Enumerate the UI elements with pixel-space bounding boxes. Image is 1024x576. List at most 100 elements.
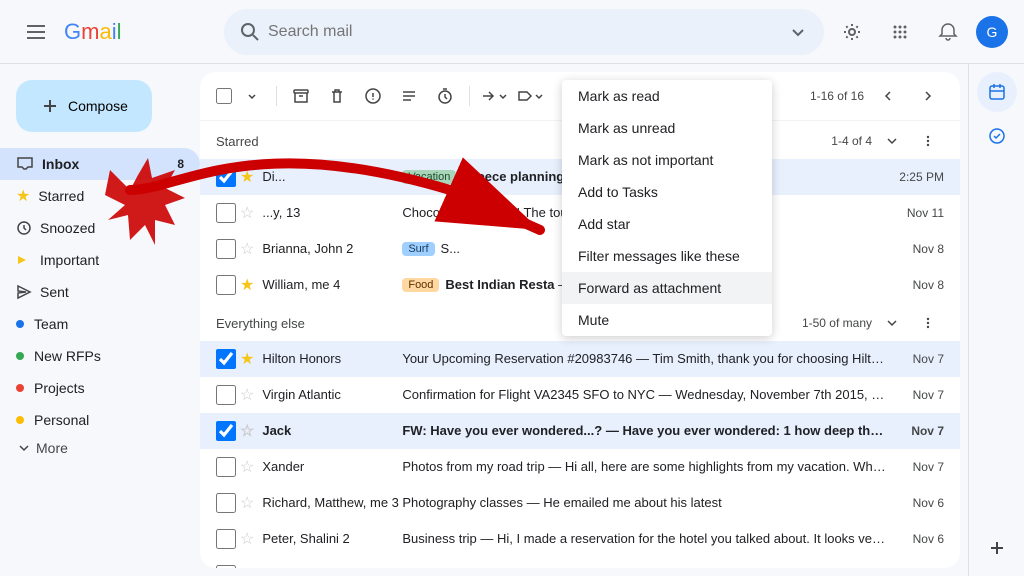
table-row[interactable]: ☆ Xander Photos from my road trip — Hi a… — [200, 449, 960, 485]
everything-else-label: Everything else — [216, 316, 305, 331]
email-checkbox[interactable] — [216, 349, 236, 369]
email-subject: Photography classes — He emailed me abou… — [402, 495, 888, 510]
search-input[interactable] — [268, 23, 780, 41]
email-checkbox[interactable] — [216, 203, 236, 223]
more-button[interactable]: More — [0, 436, 200, 460]
sidebar-label-inbox: Inbox — [42, 156, 169, 172]
table-row[interactable]: ☆ Virgin Atlantic Confirmation for Fligh… — [200, 377, 960, 413]
email-checkbox[interactable] — [216, 421, 236, 441]
next-page-button[interactable] — [912, 80, 944, 112]
email-subject: Book you recommended — About to go on a … — [445, 567, 888, 568]
calendar-icon-button[interactable] — [977, 72, 1017, 112]
inbox-icon — [16, 155, 34, 173]
email-checkbox[interactable] — [216, 275, 236, 295]
starred-pagination: 1-4 of 4 — [831, 134, 872, 148]
table-row[interactable]: ★ Hilton Honors Your Upcoming Reservatio… — [200, 341, 960, 377]
settings-button[interactable] — [832, 12, 872, 52]
email-checkbox[interactable] — [216, 493, 236, 513]
sidebar-label-sent: Sent — [40, 284, 184, 300]
email-checkbox[interactable] — [216, 239, 236, 259]
sidebar-item-projects[interactable]: Projects — [0, 372, 200, 404]
star-icon[interactable]: ☆ — [240, 493, 254, 513]
sidebar-item-snoozed[interactable]: Snoozed — [0, 212, 200, 244]
email-date: Nov 11 — [896, 206, 944, 220]
email-tag-surf: Surf — [402, 242, 434, 256]
dropdown-add-star[interactable]: Add star — [562, 208, 772, 240]
email-sender: Richard, Matthew, me 3 — [262, 495, 402, 510]
tasks-icon-button[interactable] — [977, 116, 1017, 156]
table-row[interactable]: ☆ Peter, Shalini 2 Business trip — Hi, I… — [200, 521, 960, 557]
menu-button[interactable] — [16, 12, 56, 52]
email-tag-book: Book — [402, 568, 439, 569]
apps-button[interactable] — [880, 12, 920, 52]
sidebar-item-newrfps[interactable]: New RFPs — [0, 340, 200, 372]
toolbar-separator-2 — [469, 86, 470, 106]
star-icon[interactable]: ★ — [240, 167, 254, 187]
email-sender: Peter, Shalini 2 — [262, 531, 402, 546]
sidebar-label-newrfps: New RFPs — [34, 348, 184, 364]
delete-button[interactable] — [321, 80, 353, 112]
archive-button[interactable] — [285, 80, 317, 112]
everything-more-button[interactable] — [912, 307, 944, 339]
table-row[interactable]: ★ Roy, Alex, John Jose 5 Book Book you r… — [200, 557, 960, 568]
starred-more-button[interactable] — [912, 125, 944, 157]
starred-expand-button[interactable] — [876, 125, 908, 157]
sidebar-item-important[interactable]: Important — [0, 244, 200, 276]
sidebar-item-inbox[interactable]: Inbox 8 — [0, 148, 200, 180]
dropdown-mute[interactable]: Mute — [562, 304, 772, 336]
dropdown-mark-read[interactable]: Mark as read — [562, 80, 772, 112]
email-checkbox[interactable] — [216, 565, 236, 569]
move-button[interactable] — [478, 80, 510, 112]
select-all-checkbox[interactable] — [216, 88, 232, 104]
star-icon[interactable]: ☆ — [240, 385, 254, 405]
spam-button[interactable] — [357, 80, 389, 112]
table-row[interactable]: ☆ Richard, Matthew, me 3 Photography cla… — [200, 485, 960, 521]
email-date: Nov 6 — [896, 568, 944, 569]
star-icon[interactable]: ☆ — [240, 529, 254, 549]
everything-expand-button[interactable] — [876, 307, 908, 339]
projects-dot — [16, 384, 24, 392]
star-icon[interactable]: ☆ — [240, 421, 254, 441]
logo-area: Gmail — [16, 12, 216, 52]
email-checkbox[interactable] — [216, 385, 236, 405]
sidebar-item-starred[interactable]: ★ Starred — [0, 180, 200, 212]
team-dot — [16, 320, 24, 328]
add-button[interactable] — [977, 528, 1017, 568]
header-icons: G — [832, 12, 1008, 52]
mark-button[interactable] — [393, 80, 425, 112]
sidebar-item-sent[interactable]: Sent — [0, 276, 200, 308]
dropdown-forward-attachment[interactable]: Forward as attachment — [562, 272, 772, 304]
email-sender: Roy, Alex, John Jose 5 — [262, 567, 402, 568]
email-subject: Confirmation for Flight VA2345 SFO to NY… — [402, 387, 888, 402]
snooze-button[interactable] — [429, 80, 461, 112]
label-button[interactable] — [514, 80, 546, 112]
star-icon[interactable]: ★ — [240, 565, 254, 569]
star-icon[interactable]: ★ — [240, 275, 254, 295]
header: Gmail G — [0, 0, 1024, 64]
sidebar-label-important: Important — [40, 252, 184, 268]
email-checkbox[interactable] — [216, 167, 236, 187]
email-subject: Business trip — Hi, I made a reservation… — [402, 531, 888, 546]
notification-button[interactable] — [928, 12, 968, 52]
dropdown-mark-unread[interactable]: Mark as unread — [562, 112, 772, 144]
select-dropdown-button[interactable] — [236, 80, 268, 112]
newrfps-dot — [16, 352, 24, 360]
email-checkbox[interactable] — [216, 529, 236, 549]
search-bar[interactable] — [224, 9, 824, 55]
compose-button[interactable]: Compose — [16, 80, 152, 132]
avatar[interactable]: G — [976, 16, 1008, 48]
dropdown-add-tasks[interactable]: Add to Tasks — [562, 176, 772, 208]
sidebar-item-team[interactable]: Team — [0, 308, 200, 340]
star-icon[interactable]: ☆ — [240, 457, 254, 477]
prev-page-button[interactable] — [872, 80, 904, 112]
table-row[interactable]: ☆ Jack FW: Have you ever wondered...? — … — [200, 413, 960, 449]
star-icon[interactable]: ☆ — [240, 203, 254, 223]
dropdown-mark-not-important[interactable]: Mark as not important — [562, 144, 772, 176]
email-checkbox[interactable] — [216, 457, 236, 477]
sidebar-item-personal[interactable]: Personal — [0, 404, 200, 436]
star-icon[interactable]: ★ — [240, 349, 254, 369]
dropdown-filter-messages[interactable]: Filter messages like these — [562, 240, 772, 272]
compose-icon — [40, 96, 60, 116]
star-icon[interactable]: ☆ — [240, 239, 254, 259]
clock-icon — [16, 220, 32, 236]
